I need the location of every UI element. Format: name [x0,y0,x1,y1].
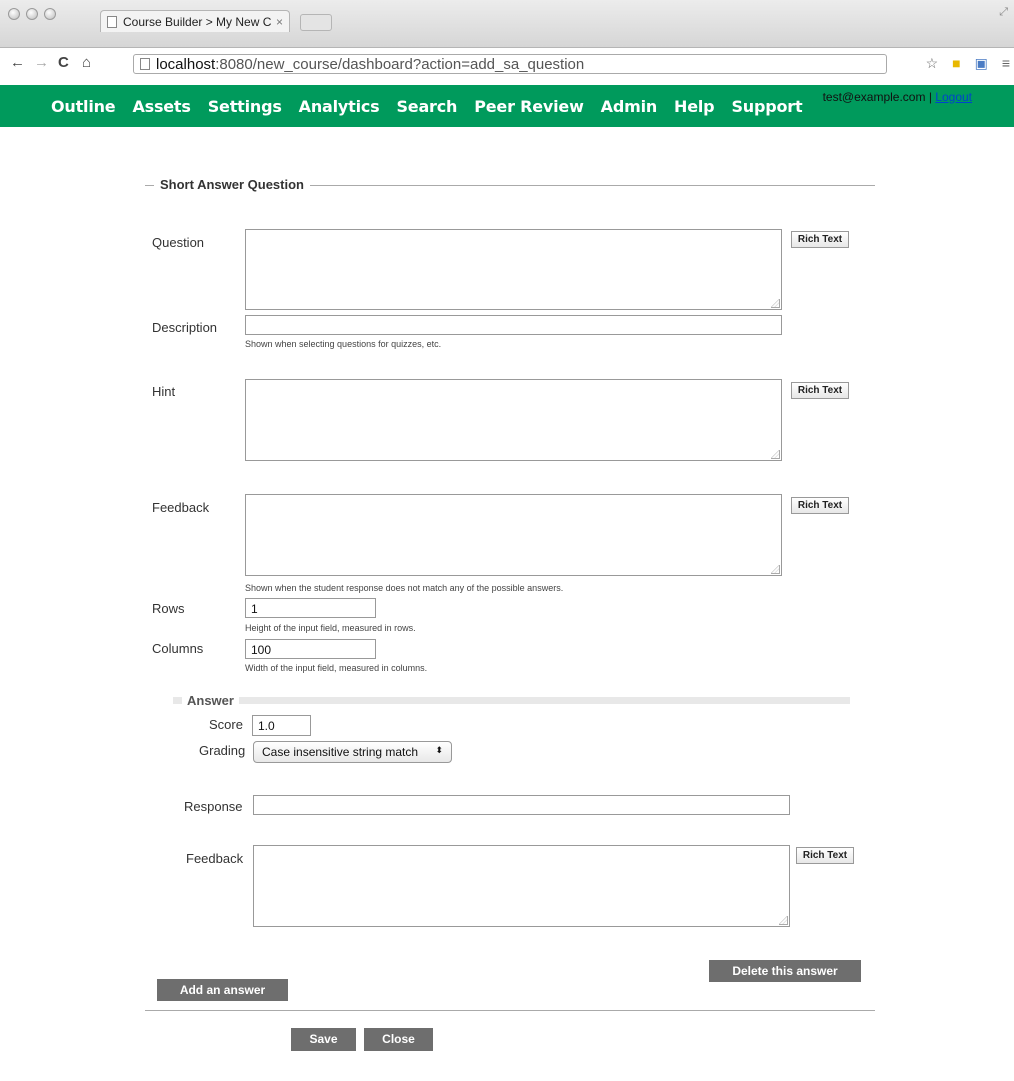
lock-extension-icon[interactable]: ■ [952,55,960,72]
save-button[interactable]: Save [291,1028,356,1051]
course-navbar: Outline Assets Settings Analytics Search… [0,85,1014,127]
response-label: Response [184,799,243,814]
answer-legend: Answer [182,693,239,708]
extension-icon[interactable]: ▣ [975,55,988,72]
user-area: test@example.com | Logout [823,90,972,104]
home-icon[interactable]: ⌂ [82,54,91,71]
toolbar-icons: ☆ ■ ▣ ≡ [926,55,1010,72]
forward-icon[interactable]: → [34,54,49,71]
hint-rich-text-button[interactable]: Rich Text [791,382,849,399]
question-textarea[interactable] [245,229,782,310]
nav-outline[interactable]: Outline [51,97,116,116]
tab-title: Course Builder > My New C [123,14,272,29]
answer-section-bar [173,697,850,704]
grading-select[interactable]: Case insensitive string match ⬍ [253,741,452,763]
delete-answer-button[interactable]: Delete this answer [709,960,861,982]
zoom-window-button[interactable] [44,8,56,20]
minimize-window-button[interactable] [26,8,38,20]
response-input[interactable] [253,795,790,815]
rows-help: Height of the input field, measured in r… [245,623,416,633]
fullscreen-icon[interactable]: ⤢ [999,6,1008,19]
page-icon [140,58,150,70]
nav-support[interactable]: Support [731,97,802,116]
hint-textarea[interactable] [245,379,782,461]
form-divider [145,1010,875,1011]
nav-search[interactable]: Search [396,97,457,116]
feedback-label: Feedback [152,500,210,515]
fieldset-legend: Short Answer Question [154,177,310,192]
description-help: Shown when selecting questions for quizz… [245,339,442,349]
url-host: localhost [156,55,216,73]
nav-settings[interactable]: Settings [208,97,282,116]
columns-input[interactable]: 100 [245,639,376,659]
browser-tab[interactable]: Course Builder > My New C × [100,10,290,32]
star-icon[interactable]: ☆ [926,55,939,72]
page-icon [107,15,117,28]
question-label: Question [152,235,205,250]
browser-toolbar: ← → C ⌂ localhost:8080/new_course/dashbo… [0,32,1014,85]
question-rich-text-button[interactable]: Rich Text [791,231,849,248]
back-icon[interactable]: ← [10,54,25,71]
add-answer-button[interactable]: Add an answer [157,979,288,1001]
score-label: Score [209,717,243,732]
columns-label: Columns [152,641,204,656]
feedback-rich-text-button[interactable]: Rich Text [791,497,849,514]
nav-assets[interactable]: Assets [132,97,190,116]
url-path: :8080/new_course/dashboard?action=add_sa… [215,55,585,73]
url-bar[interactable]: localhost:8080/new_course/dashboard?acti… [133,54,887,74]
window-controls [8,8,56,20]
nav-items: Outline Assets Settings Analytics Search… [51,97,803,116]
menu-icon[interactable]: ≡ [1002,55,1010,72]
select-arrows-icon: ⬍ [435,745,443,755]
answer-feedback-textarea[interactable] [253,845,790,927]
close-window-button[interactable] [8,8,20,20]
answer-feedback-label: Feedback [186,851,244,866]
tab-close-icon[interactable]: × [276,15,283,29]
logout-link[interactable]: Logout [935,90,972,104]
rows-label: Rows [152,601,185,616]
columns-help: Width of the input field, measured in co… [245,663,428,673]
user-email: test@example.com [822,90,926,104]
grading-value: Case insensitive string match [262,745,419,759]
rows-input[interactable]: 1 [245,598,376,618]
reload-icon[interactable]: C [58,54,69,71]
nav-admin[interactable]: Admin [601,97,658,116]
nav-help[interactable]: Help [674,97,715,116]
answer-feedback-rich-text-button[interactable]: Rich Text [796,847,854,864]
nav-analytics[interactable]: Analytics [299,97,380,116]
description-label: Description [152,320,218,335]
separator: | [928,90,932,104]
new-tab-button[interactable] [300,14,332,31]
feedback-textarea[interactable] [245,494,782,576]
nav-peer-review[interactable]: Peer Review [474,97,584,116]
score-input[interactable]: 1.0 [252,715,311,736]
close-button[interactable]: Close [364,1028,433,1051]
hint-label: Hint [152,384,176,399]
grading-label: Grading [199,743,246,758]
feedback-help: Shown when the student response does not… [245,583,564,593]
description-input[interactable] [245,315,782,335]
